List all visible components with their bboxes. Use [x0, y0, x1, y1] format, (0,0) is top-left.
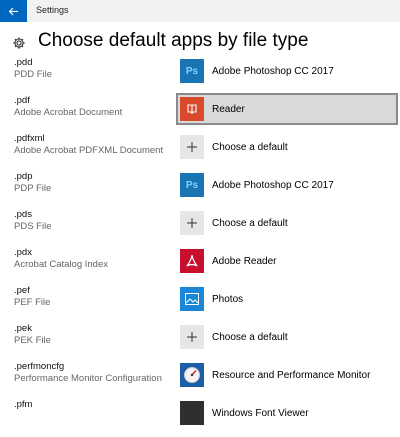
file-description: PDS File	[14, 221, 52, 232]
photoshop-icon: Ps	[180, 173, 204, 197]
photos-icon	[180, 287, 204, 311]
app-name: Adobe Photoshop CC 2017	[212, 179, 334, 191]
back-arrow-icon	[8, 7, 18, 15]
app-name: Choose a default	[212, 331, 288, 343]
file-extension: .pdx	[14, 247, 32, 258]
list-item: .pdfxml Adobe Acrobat PDFXML Document Ch…	[0, 133, 400, 171]
default-app-button[interactable]: Resource and Performance Monitor	[176, 361, 398, 389]
file-description: PDD File	[14, 69, 53, 80]
title-bar: Settings	[0, 0, 400, 22]
list-item: .pds PDS File Choose a default	[0, 209, 400, 247]
app-name: Reader	[212, 103, 245, 115]
photoshop-icon: Ps	[180, 59, 204, 83]
default-app-button[interactable]: Photos	[176, 285, 398, 313]
default-app-button-selected[interactable]: Reader	[176, 93, 398, 125]
app-name: Photos	[212, 293, 244, 305]
file-extension: .pds	[14, 209, 32, 220]
file-extension: .pdf	[14, 95, 30, 106]
reader-icon	[180, 97, 204, 121]
adobe-glyph	[186, 254, 198, 267]
app-name: Resource and Performance Monitor	[212, 369, 371, 381]
list-item: .pek PEK File Choose a default	[0, 323, 400, 361]
default-app-button[interactable]: Ps Adobe Photoshop CC 2017	[176, 57, 398, 85]
list-item: .pdf Adobe Acrobat Document Reader	[0, 93, 400, 133]
file-description: PDP File	[14, 183, 52, 194]
file-description: Acrobat Catalog Index	[14, 259, 109, 270]
list-item: .pef PEF File Photos	[0, 285, 400, 323]
back-button[interactable]	[0, 0, 27, 22]
plus-icon	[180, 135, 204, 159]
reader-glyph	[187, 104, 197, 115]
default-app-button[interactable]: Ps Adobe Photoshop CC 2017	[176, 171, 398, 199]
plus-icon	[180, 325, 204, 349]
file-extension: .perfmoncfg	[14, 361, 65, 372]
choose-default-button[interactable]: Choose a default	[176, 133, 398, 161]
list-item: .pfm Windows Font Viewer	[0, 399, 400, 437]
file-description: PEF File	[14, 297, 51, 308]
file-description: Performance Monitor Configuration	[14, 373, 162, 384]
gauge-glyph	[184, 367, 200, 383]
performance-monitor-icon	[180, 363, 204, 387]
adobe-reader-icon	[180, 249, 204, 273]
app-name: Adobe Photoshop CC 2017	[212, 65, 334, 77]
choose-default-button[interactable]: Choose a default	[176, 209, 398, 237]
file-description: PEK File	[14, 335, 51, 346]
app-name: Windows Font Viewer	[212, 407, 309, 419]
list-item: .perfmoncfg Performance Monitor Configur…	[0, 361, 400, 399]
app-name: Adobe Reader	[212, 255, 277, 267]
file-extension: .pdp	[14, 171, 33, 182]
file-extension: .pfm	[14, 399, 33, 410]
default-app-button[interactable]: Windows Font Viewer	[176, 399, 398, 427]
photos-glyph	[185, 293, 199, 305]
file-description: Adobe Acrobat Document	[14, 107, 123, 118]
choose-default-button[interactable]: Choose a default	[176, 323, 398, 351]
app-name: Choose a default	[212, 141, 288, 153]
file-extension: .pdfxml	[14, 133, 45, 144]
file-extension: .pdd	[14, 57, 33, 68]
gear-icon	[13, 37, 25, 49]
file-extension: .pek	[14, 323, 32, 334]
font-viewer-icon	[180, 401, 204, 425]
plus-icon	[180, 211, 204, 235]
page-header: Choose default apps by file type	[0, 28, 400, 58]
default-app-button[interactable]: Adobe Reader	[176, 247, 398, 275]
page-title: Choose default apps by file type	[38, 30, 309, 51]
file-type-list: .pdd PDD File Ps Adobe Photoshop CC 2017…	[0, 57, 400, 437]
window-title: Settings	[36, 5, 69, 15]
file-extension: .pef	[14, 285, 30, 296]
app-name: Choose a default	[212, 217, 288, 229]
list-item: .pdp PDP File Ps Adobe Photoshop CC 2017	[0, 171, 400, 209]
list-item: .pdx Acrobat Catalog Index Adobe Reader	[0, 247, 400, 285]
list-item: .pdd PDD File Ps Adobe Photoshop CC 2017	[0, 57, 400, 95]
file-description: Adobe Acrobat PDFXML Document	[14, 145, 164, 156]
